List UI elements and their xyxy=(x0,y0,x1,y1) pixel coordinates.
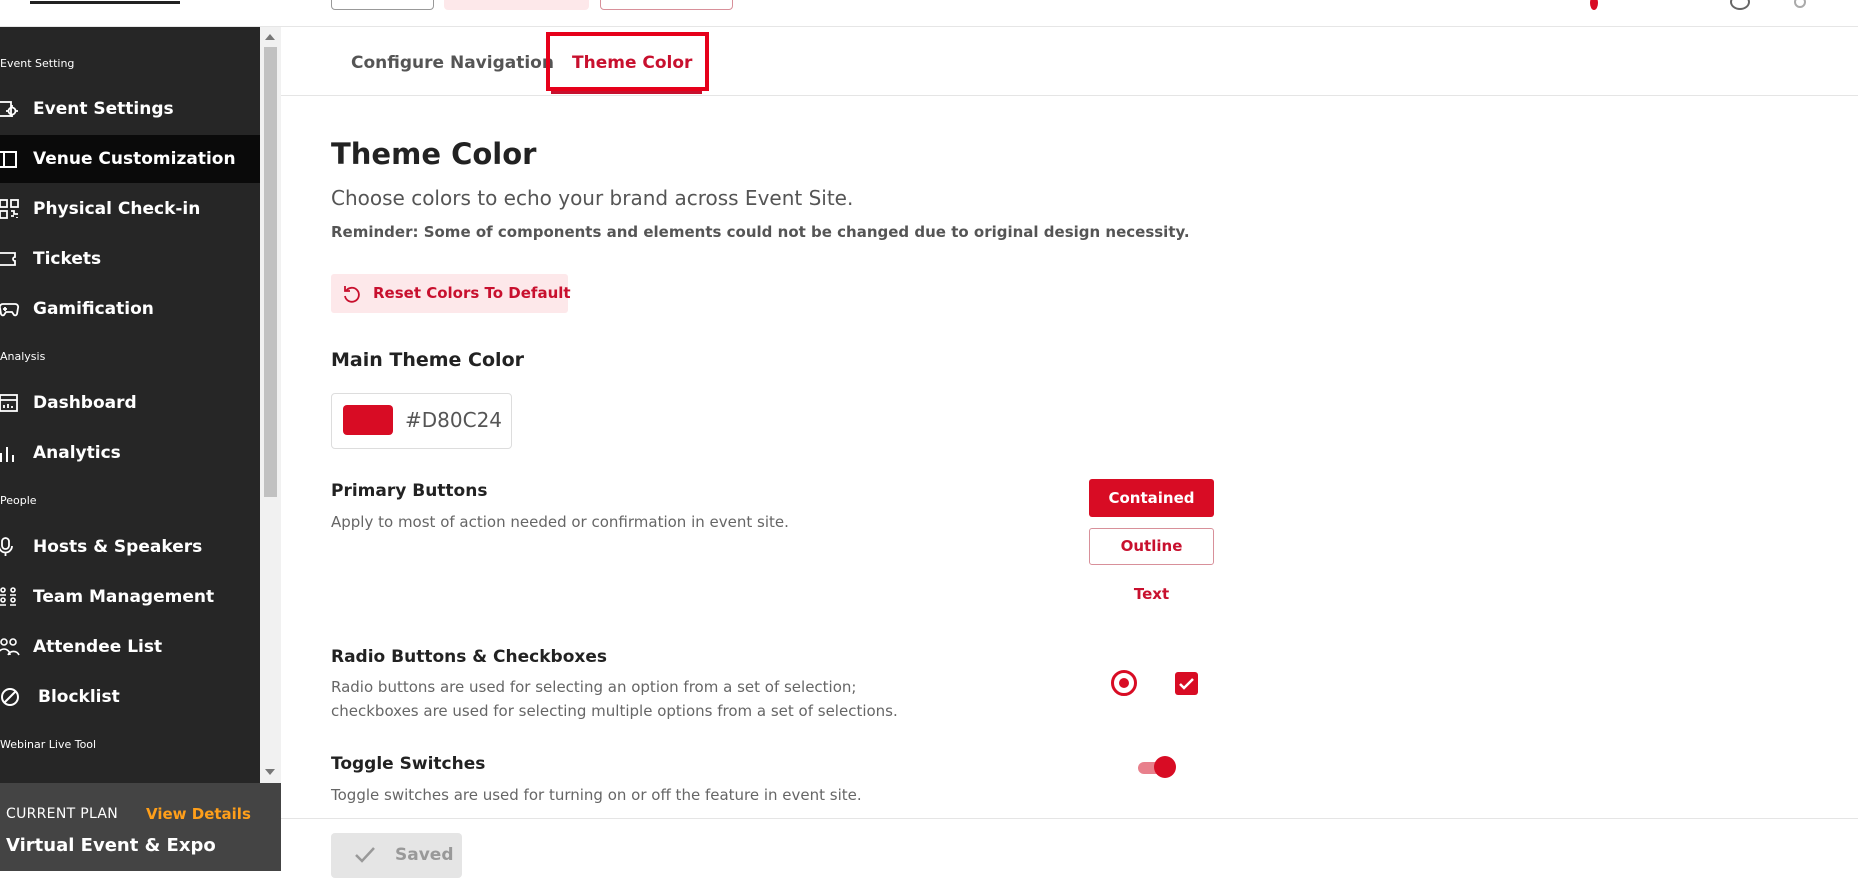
saved-label: Saved xyxy=(395,845,454,865)
scroll-up-arrow-icon[interactable] xyxy=(265,34,275,40)
sidebar-item-gamification[interactable]: Gamification xyxy=(0,285,260,333)
toggle-switch-preview[interactable] xyxy=(1134,756,1176,778)
settings-calendar-icon xyxy=(0,101,18,117)
sidebar-item-label: Attendee List xyxy=(33,637,163,657)
team-icon xyxy=(0,587,16,606)
outline-button-preview[interactable]: Outline xyxy=(1089,528,1214,565)
top-bar xyxy=(0,0,1858,27)
sidebar-item-label: Tickets xyxy=(33,249,102,269)
primary-buttons-description: Apply to most of action needed or confir… xyxy=(331,513,789,531)
checkmark-icon xyxy=(1179,678,1194,690)
sidebar: Event Setting Event Settings Venue Custo… xyxy=(0,27,260,783)
topbar-button-2[interactable] xyxy=(444,0,589,10)
reminder-text: Reminder: Some of components and element… xyxy=(331,223,1190,241)
radio-checkboxes-description-line1: Radio buttons are used for selecting an … xyxy=(331,678,857,696)
color-hex-value: #D80C24 xyxy=(405,408,503,432)
toggle-knob xyxy=(1154,756,1176,778)
sidebar-item-label: Gamification xyxy=(33,299,154,319)
color-swatch[interactable] xyxy=(343,405,393,435)
sidebar-item-label: Blocklist xyxy=(38,687,120,707)
sidebar-item-label: Analytics xyxy=(33,443,121,463)
sidebar-item-blocklist[interactable]: Blocklist xyxy=(0,673,260,721)
ticket-icon xyxy=(0,252,16,266)
notification-icon[interactable] xyxy=(1590,0,1598,10)
radio-checkboxes-description-line2: checkboxes are used for selecting multip… xyxy=(331,702,898,720)
sidebar-item-dashboard[interactable]: Dashboard xyxy=(0,379,260,427)
sidebar-item-label: Venue Customization xyxy=(33,149,236,169)
text-button-preview[interactable]: Text xyxy=(1089,576,1214,612)
sidebar-scrollbar[interactable] xyxy=(260,27,281,783)
sidebar-item-venue-customization[interactable]: Venue Customization xyxy=(0,135,260,183)
qr-code-icon xyxy=(0,199,19,219)
contained-button-preview[interactable]: Contained xyxy=(1089,479,1214,517)
scrollbar-thumb[interactable] xyxy=(264,47,277,497)
current-plan-label: CURRENT PLAN xyxy=(6,806,119,822)
theme-color-picker[interactable]: #D80C24 xyxy=(331,393,512,449)
sidebar-item-physical-check-in[interactable]: Physical Check-in xyxy=(0,185,260,233)
page-subtitle: Choose colors to echo your brand across … xyxy=(331,186,854,210)
block-icon xyxy=(1,688,19,706)
sidebar-item-label: Event Settings xyxy=(33,99,174,119)
sidebar-item-tickets[interactable]: Tickets xyxy=(0,235,260,283)
sidebar-item-team-management[interactable]: Team Management xyxy=(0,573,260,621)
footer-bar: Saved xyxy=(281,818,1858,878)
page-title: Theme Color xyxy=(331,137,537,171)
scroll-down-arrow-icon[interactable] xyxy=(265,769,275,775)
section-label-people: People xyxy=(0,494,37,507)
primary-buttons-heading: Primary Buttons xyxy=(331,481,488,501)
sidebar-item-event-settings[interactable]: Event Settings xyxy=(0,85,260,133)
globe-icon[interactable] xyxy=(1730,0,1750,10)
tab-configure-navigation[interactable]: Configure Navigation xyxy=(351,53,554,73)
section-label-webinar-live-tool: Webinar Live Tool xyxy=(0,738,97,751)
reset-colors-label: Reset Colors To Default xyxy=(373,284,571,302)
microphone-icon xyxy=(0,537,13,556)
topbar-button-1[interactable] xyxy=(331,0,434,10)
toggle-switches-description: Toggle switches are used for turning on … xyxy=(331,786,862,804)
bar-chart-icon xyxy=(0,447,14,462)
sidebar-item-analytics[interactable]: Analytics xyxy=(0,429,260,477)
sidebar-item-attendee-list[interactable]: Attendee List xyxy=(0,623,260,671)
saved-button[interactable]: Saved xyxy=(331,833,462,878)
topbar-button-3[interactable] xyxy=(600,0,733,10)
sidebar-item-label: Team Management xyxy=(33,587,215,607)
dashboard-icon xyxy=(0,394,18,412)
view-details-link[interactable]: View Details xyxy=(146,805,251,823)
app-logo xyxy=(30,0,180,4)
sidebar-item-hosts-speakers[interactable]: Hosts & Speakers xyxy=(0,523,260,571)
radio-button-preview[interactable] xyxy=(1111,670,1137,696)
plan-name: Virtual Event & Expo xyxy=(6,835,216,856)
attendees-icon xyxy=(0,638,20,656)
tab-bar: Configure Navigation Theme Color xyxy=(281,27,1858,96)
current-plan-panel: CURRENT PLAN View Details Virtual Event … xyxy=(0,783,281,871)
active-tab-indicator xyxy=(551,91,702,94)
section-label-event-setting: Event Setting xyxy=(0,57,75,70)
reset-icon xyxy=(344,286,360,303)
check-icon xyxy=(355,847,375,863)
gamepad-icon xyxy=(0,303,20,317)
checkbox-preview[interactable] xyxy=(1175,672,1198,695)
sidebar-item-label: Dashboard xyxy=(33,393,137,413)
layout-icon xyxy=(0,151,17,168)
sidebar-item-label: Hosts & Speakers xyxy=(33,537,203,557)
sidebar-item-label: Physical Check-in xyxy=(33,199,201,219)
section-label-analysis: Analysis xyxy=(0,350,46,363)
user-icon[interactable] xyxy=(1794,0,1806,8)
reset-colors-button[interactable]: Reset Colors To Default xyxy=(331,274,571,313)
toggle-switches-heading: Toggle Switches xyxy=(331,754,486,774)
radio-checkboxes-heading: Radio Buttons & Checkboxes xyxy=(331,647,607,667)
main-theme-color-heading: Main Theme Color xyxy=(331,349,524,371)
tab-highlight-box xyxy=(546,32,709,91)
